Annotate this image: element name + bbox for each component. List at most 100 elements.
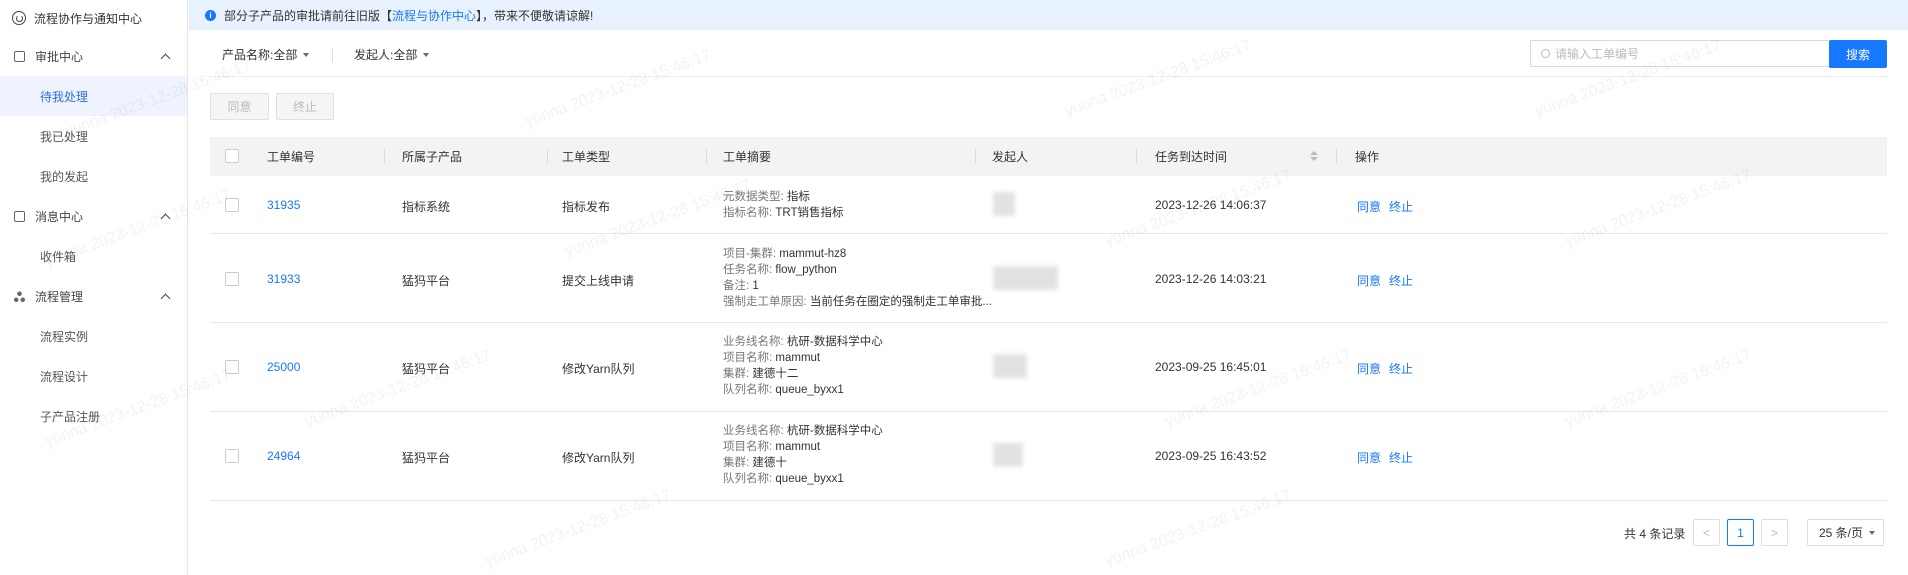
document-icon	[14, 50, 25, 62]
page-1-button[interactable]: 1	[1727, 519, 1754, 546]
initiator-filter[interactable]: 发起人:全部	[354, 46, 430, 63]
summary-value: TRT销售指标	[775, 207, 844, 219]
batch-terminate-button[interactable]: 终止	[276, 93, 334, 120]
sidebar-item-label: 子产品注册	[40, 409, 101, 424]
col-actions: 操作	[1355, 150, 1380, 164]
main-content: i 部分子产品的审批请前往旧版【 流程与协作中心 】，带来不便敬请谅解! 产品名…	[189, 0, 1908, 575]
approve-button[interactable]: 同意	[1357, 360, 1381, 377]
notice-link[interactable]: 流程与协作中心	[392, 7, 476, 24]
sidebar-item-subproduct-register[interactable]: 子产品注册	[0, 396, 187, 436]
initiator-avatar	[993, 192, 1015, 216]
caret-down-icon	[423, 52, 430, 57]
summary-key: 任务名称:	[723, 264, 773, 276]
approve-button[interactable]: 同意	[1357, 198, 1381, 215]
row-checkbox[interactable]	[225, 272, 239, 286]
table-row: 25000 猛犸平台 修改Yarn队列 业务线名称: 杭研-数据科学中心 项目名…	[210, 323, 1887, 412]
ticket-id-link[interactable]: 31933	[267, 272, 300, 286]
row-checkbox[interactable]	[225, 198, 239, 212]
initiator-filter-label: 发起人:全部	[354, 48, 418, 62]
sidebar-group-process[interactable]: 流程管理	[0, 276, 187, 316]
summary-key: 集群:	[723, 368, 750, 380]
search-field[interactable]	[1530, 40, 1830, 67]
sidebar-group-messages[interactable]: 消息中心	[0, 196, 187, 236]
flow-icon	[14, 290, 25, 302]
row-checkbox[interactable]	[225, 360, 239, 374]
select-all-checkbox[interactable]	[225, 149, 239, 163]
row-actions: 同意 终止	[1357, 360, 1413, 377]
chevron-up-icon	[160, 293, 171, 303]
sidebar-item-initiated[interactable]: 我的发起	[0, 156, 187, 196]
summary-key: 项目名称:	[723, 441, 773, 453]
app-header: 流程协作与通知中心	[0, 0, 187, 36]
sidebar-group-label: 流程管理	[35, 289, 84, 304]
type-cell: 修改Yarn队列	[562, 451, 635, 465]
col-product: 所属子产品	[402, 150, 463, 164]
row-checkbox[interactable]	[225, 449, 239, 463]
row-actions: 同意 终止	[1357, 198, 1413, 215]
terminate-button[interactable]: 终止	[1389, 449, 1413, 466]
initiator-avatar	[993, 443, 1023, 467]
ticket-id-link[interactable]: 25000	[267, 360, 300, 374]
type-cell: 提交上线申请	[562, 274, 635, 288]
batch-approve-button[interactable]: 同意	[210, 93, 269, 120]
product-filter[interactable]: 产品名称:全部	[222, 46, 310, 63]
arrival-time-cell: 2023-12-26 14:03:21	[1155, 272, 1267, 286]
search-button[interactable]: 搜索	[1829, 40, 1887, 68]
summary-key: 集群:	[723, 457, 750, 469]
summary-value: queue_byxx1	[775, 473, 844, 485]
col-separator	[547, 149, 548, 164]
summary-cell: 业务线名称: 杭研-数据科学中心 项目名称: mammut 集群: 建德十二 队…	[723, 334, 883, 398]
approve-button[interactable]: 同意	[1357, 449, 1381, 466]
message-icon	[14, 210, 25, 222]
terminate-button[interactable]: 终止	[1389, 198, 1413, 215]
col-separator	[975, 149, 976, 164]
summary-key: 强制走工单原因:	[723, 296, 807, 308]
initiator-avatar	[993, 354, 1027, 378]
sidebar-item-design[interactable]: 流程设计	[0, 356, 187, 396]
summary-value: 指标	[786, 191, 810, 203]
sort-icon[interactable]	[1310, 151, 1318, 161]
sidebar-item-instances[interactable]: 流程实例	[0, 316, 187, 356]
terminate-button[interactable]: 终止	[1389, 360, 1413, 377]
app-title: 流程协作与通知中心	[34, 11, 143, 26]
table-row: 24964 猛犸平台 修改Yarn队列 业务线名称: 杭研-数据科学中心 项目名…	[210, 412, 1887, 501]
notice-banner: i 部分子产品的审批请前往旧版【 流程与协作中心 】，带来不便敬请谅解!	[189, 0, 1908, 30]
table-row: 31933 猛犸平台 提交上线申请 项目-集群: mammut-hz8 任务名称…	[210, 234, 1887, 323]
search-icon	[1541, 49, 1550, 58]
summary-value: 杭研-数据科学中心	[786, 336, 883, 348]
approve-button[interactable]: 同意	[1357, 272, 1381, 289]
product-filter-label: 产品名称:全部	[222, 48, 298, 62]
col-separator	[706, 149, 707, 164]
summary-key: 业务线名称:	[723, 425, 784, 437]
ticket-id-link[interactable]: 24964	[267, 449, 300, 463]
next-page-button[interactable]: >	[1761, 519, 1788, 546]
summary-key: 项目名称:	[723, 352, 773, 364]
terminate-button[interactable]: 终止	[1389, 272, 1413, 289]
pagination: 共 4 条记录 < 1 > 25 条/页	[189, 519, 1908, 547]
arrival-time-cell: 2023-12-26 14:06:37	[1155, 198, 1267, 212]
sidebar-item-pending[interactable]: 待我处理	[0, 76, 187, 116]
sidebar-group-label: 审批中心	[35, 49, 84, 64]
product-cell: 猛犸平台	[402, 274, 451, 288]
table-row: 31935 指标系统 指标发布 元数据类型: 指标 指标名称: TRT销售指标 …	[210, 176, 1887, 234]
page-size-select[interactable]: 25 条/页	[1807, 519, 1884, 546]
col-summary: 工单摘要	[723, 150, 772, 164]
sidebar-item-processed[interactable]: 我已处理	[0, 116, 187, 156]
summary-value: 1	[752, 280, 759, 292]
ticket-id-link[interactable]: 31935	[267, 198, 300, 212]
summary-key: 队列名称:	[723, 384, 773, 396]
summary-value: queue_byxx1	[775, 384, 844, 396]
prev-page-button[interactable]: <	[1693, 519, 1720, 546]
table-header: 工单编号 所属子产品 工单类型 工单摘要 发起人 任务到达时间 操作	[210, 137, 1887, 176]
sidebar-item-label: 待我处理	[40, 89, 89, 104]
arrival-time-cell: 2023-09-25 16:43:52	[1155, 449, 1267, 463]
summary-key: 业务线名称:	[723, 336, 784, 348]
col-initiator: 发起人	[992, 150, 1029, 164]
filter-divider	[332, 48, 333, 62]
sidebar-item-inbox[interactable]: 收件箱	[0, 236, 187, 276]
info-icon: i	[205, 9, 216, 21]
col-type: 工单类型	[562, 150, 611, 164]
summary-value: mammut	[775, 441, 821, 453]
sidebar-group-approval[interactable]: 审批中心	[0, 36, 187, 76]
search-input[interactable]	[1555, 46, 1805, 61]
